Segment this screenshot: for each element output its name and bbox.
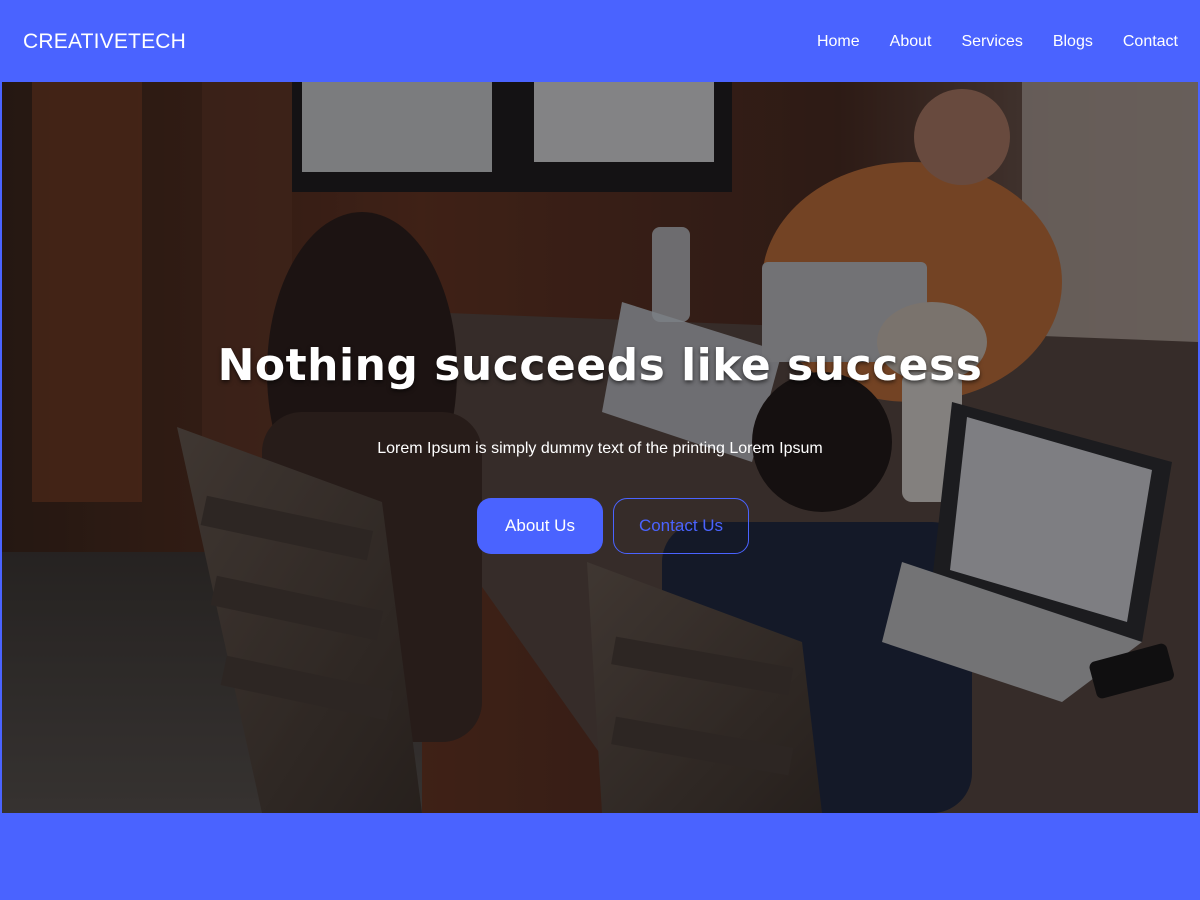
footer-band [0, 813, 1200, 900]
contact-us-button[interactable]: Contact Us [613, 498, 749, 554]
nav-link-services[interactable]: Services [961, 33, 1022, 51]
nav-link-blogs[interactable]: Blogs [1053, 33, 1093, 51]
nav-link-home[interactable]: Home [817, 33, 860, 51]
hero-buttons: About Us Contact Us [2, 498, 1198, 554]
nav-link-about[interactable]: About [890, 33, 932, 51]
brand-logo[interactable]: CREATIVETECH [23, 30, 186, 54]
about-us-button[interactable]: About Us [477, 498, 603, 554]
top-navbar: CREATIVETECH Home About Services Blogs C… [2, 2, 1198, 82]
hero-section: Nothing succeeds like success Lorem Ipsu… [2, 82, 1198, 813]
hero-title: Nothing succeeds like success [217, 340, 983, 391]
hero-subtitle: Lorem Ipsum is simply dummy text of the … [377, 440, 823, 457]
nav-link-contact[interactable]: Contact [1123, 33, 1178, 51]
page: CREATIVETECH Home About Services Blogs C… [0, 0, 1200, 900]
hero-content: Nothing succeeds like success Lorem Ipsu… [2, 82, 1198, 813]
nav-links: Home About Services Blogs Contact [817, 33, 1178, 51]
